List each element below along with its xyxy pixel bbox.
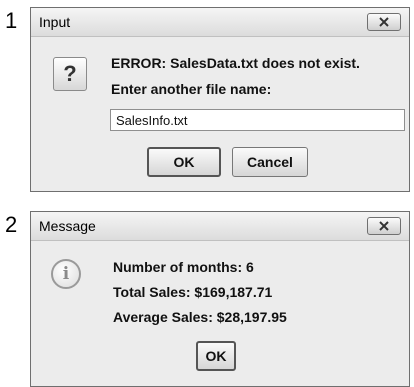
error-message: ERROR: SalesData.txt does not exist. bbox=[111, 55, 360, 71]
close-button[interactable] bbox=[367, 217, 401, 235]
input-dialog-titlebar[interactable]: Input bbox=[31, 8, 409, 37]
message-dialog-titlebar[interactable]: Message bbox=[31, 212, 409, 241]
step-number-2: 2 bbox=[5, 212, 18, 237]
close-button[interactable] bbox=[367, 13, 401, 31]
ok-button[interactable]: OK bbox=[196, 341, 236, 371]
question-icon: ? bbox=[53, 57, 87, 91]
step-number-1: 1 bbox=[5, 8, 18, 33]
prompt-message: Enter another file name: bbox=[111, 81, 272, 97]
input-dialog-title: Input bbox=[39, 14, 71, 30]
ok-button[interactable]: OK bbox=[147, 147, 221, 177]
message-dialog-title: Message bbox=[39, 218, 96, 234]
message-dialog-body: i Number of months: 6 Total Sales: $169,… bbox=[31, 241, 409, 386]
total-sales-line: Total Sales: $169,187.71 bbox=[113, 284, 273, 300]
input-dialog: Input ? ERROR: SalesData.txt does not ex… bbox=[30, 7, 410, 192]
info-icon: i bbox=[51, 259, 81, 289]
months-line: Number of months: 6 bbox=[113, 259, 254, 275]
close-icon bbox=[379, 221, 389, 231]
close-icon bbox=[379, 17, 389, 27]
average-sales-line: Average Sales: $28,197.95 bbox=[113, 309, 287, 325]
cancel-button[interactable]: Cancel bbox=[232, 147, 308, 177]
message-dialog: Message i Number of months: 6 Total Sale… bbox=[30, 211, 410, 387]
file-name-input[interactable] bbox=[110, 109, 405, 131]
input-dialog-body: ? ERROR: SalesData.txt does not exist. E… bbox=[31, 37, 409, 191]
